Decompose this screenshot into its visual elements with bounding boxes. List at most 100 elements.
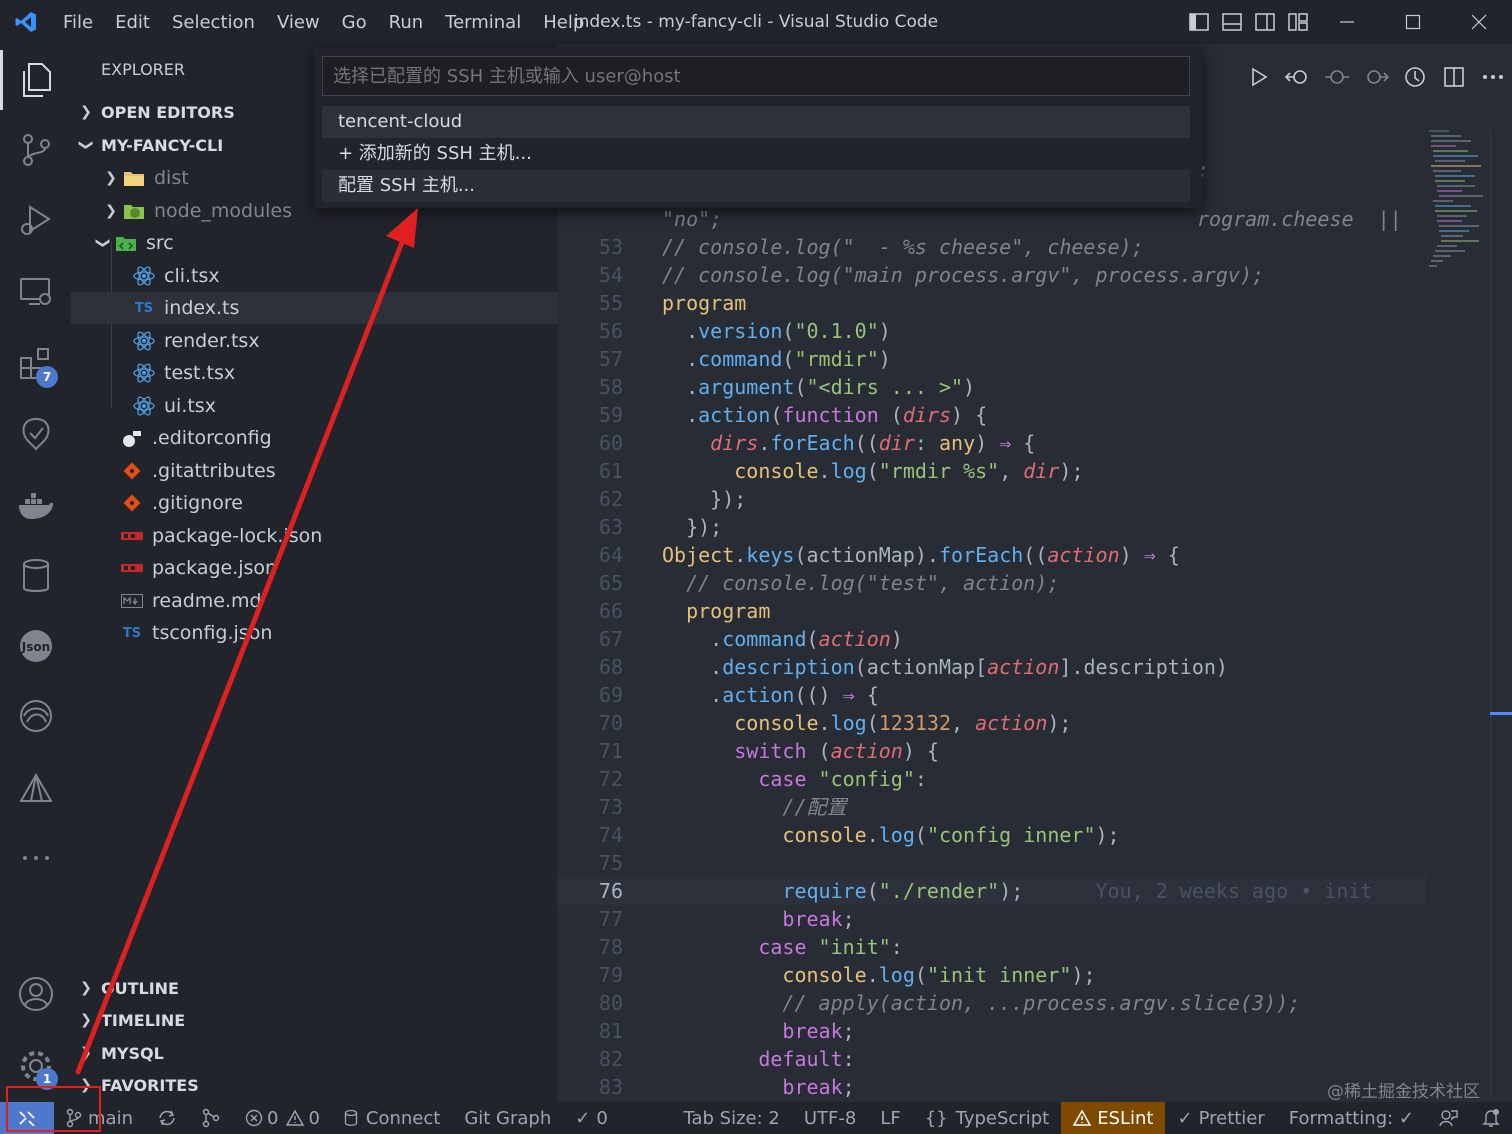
menu-view[interactable]: View — [266, 12, 331, 33]
tree-view-icon[interactable] — [0, 758, 71, 818]
tree-item-src[interactable]: ❯ src — [71, 227, 557, 259]
menu-edit[interactable]: Edit — [104, 12, 161, 33]
code-line: 67 .command(action) — [598, 627, 903, 651]
more-actions-icon[interactable] — [1473, 57, 1512, 97]
menu-file[interactable]: File — [52, 12, 104, 33]
status-bar-right: Tab Size: 2 UTF-8 LF {} TypeScript ESLin… — [671, 1102, 1512, 1134]
eslint-status[interactable]: ESLint — [1061, 1102, 1166, 1134]
problems-status[interactable]: 0 0 — [233, 1102, 332, 1134]
quick-pick-item-tencent-cloud[interactable]: tencent-cloud — [322, 106, 1190, 138]
previous-change-icon[interactable] — [1317, 57, 1356, 97]
title-controls — [1182, 0, 1512, 44]
tree-item-test-tsx[interactable]: test.tsx — [71, 357, 557, 389]
minimap[interactable] — [1427, 130, 1487, 330]
run-icon[interactable] — [1239, 57, 1278, 97]
git-graph-status[interactable]: Git Graph — [452, 1102, 563, 1134]
git-branch-icon — [66, 1108, 82, 1128]
quick-pick-item-configure-ssh-hosts[interactable]: 配置 SSH 主机... — [322, 170, 1190, 202]
notifications-bell-icon[interactable] — [1470, 1102, 1512, 1134]
next-change-icon[interactable] — [1356, 57, 1395, 97]
code-line: 64 Object.keys(actionMap).forEach((action… — [598, 543, 1180, 567]
quick-pick-item-add-ssh-host[interactable]: + 添加新的 SSH 主机... — [322, 138, 1190, 170]
explorer-icon[interactable] — [0, 50, 71, 110]
toggle-secondary-sidebar-icon[interactable] — [1248, 0, 1281, 44]
source-control-icon[interactable] — [0, 120, 71, 180]
docker-icon[interactable] — [0, 476, 71, 536]
feedback-icon[interactable] — [1426, 1102, 1470, 1134]
remote-indicator-button[interactable] — [0, 1102, 54, 1134]
tree-item-ui-tsx[interactable]: ui.tsx — [71, 390, 557, 422]
maximize-icon[interactable] — [1380, 0, 1446, 44]
more-views-icon[interactable] — [0, 828, 71, 888]
code-line: 75 — [598, 851, 623, 875]
menu-help[interactable]: Help — [532, 12, 595, 33]
vertical-scrollbar[interactable] — [1490, 130, 1512, 1100]
accounts-icon[interactable] — [0, 964, 71, 1024]
manage-gear-icon[interactable]: 1 — [0, 1036, 71, 1096]
section-favorites[interactable]: ❯ FAVORITES — [71, 1069, 557, 1101]
code-line: 59 .action(function (dirs) { — [598, 403, 988, 427]
section-outline[interactable]: ❯ OUTLINE — [71, 972, 557, 1004]
toggle-sidebar-icon[interactable] — [1182, 0, 1215, 44]
testing-icon[interactable] — [0, 404, 71, 464]
git-icon — [121, 460, 143, 482]
code-line: 53// console.log(" - %s cheese", cheese)… — [598, 235, 1144, 259]
git-timeline-icon[interactable] — [1395, 57, 1434, 97]
json-icon[interactable]: Json — [0, 616, 71, 676]
menu-selection[interactable]: Selection — [161, 12, 266, 33]
tree-item-package-lock-json[interactable]: package-lock.json — [71, 520, 557, 552]
connect-status[interactable]: Connect — [332, 1102, 452, 1134]
code-line: 60 dirs.forEach((dir: any) ⇒ { — [598, 431, 1036, 455]
tree-item-index-ts[interactable]: TS index.ts — [71, 292, 557, 324]
tree-item-render-tsx[interactable]: render.tsx — [71, 325, 557, 357]
language-status[interactable]: {} TypeScript — [913, 1102, 1061, 1134]
chevron-right-icon: ❯ — [80, 1012, 92, 1028]
tree-item-editorconfig[interactable]: .editorconfig — [71, 422, 557, 454]
code-line: 57 .command("rmdir") — [598, 347, 891, 371]
menu-bar: File Edit Selection View Go Run Terminal… — [52, 0, 595, 44]
menu-terminal[interactable]: Terminal — [434, 12, 532, 33]
minimize-icon[interactable] — [1314, 0, 1380, 44]
menu-run[interactable]: Run — [378, 12, 435, 33]
git-graph-status-icon[interactable] — [189, 1102, 233, 1134]
tree-item-readme-md[interactable]: readme.md — [71, 585, 557, 617]
formatting-status[interactable]: Formatting: ✓ — [1277, 1102, 1426, 1134]
code-line: 79 console.log("init inner"); — [598, 963, 1096, 987]
ssh-host-input[interactable] — [322, 56, 1190, 96]
tree-item-cli-tsx[interactable]: cli.tsx — [71, 260, 557, 292]
database-icon[interactable] — [0, 546, 71, 606]
extensions-icon[interactable]: 7 — [0, 334, 71, 394]
remote-ssh-icon[interactable] — [0, 686, 71, 746]
go-back-icon[interactable] — [1278, 57, 1317, 97]
code-line: 83 break; — [598, 1075, 855, 1099]
vscode-logo-icon[interactable] — [0, 0, 52, 44]
explorer-title: EXPLORER — [101, 60, 185, 79]
encoding-status[interactable]: UTF-8 — [792, 1102, 868, 1134]
check-status[interactable]: ✓ 0 — [563, 1102, 620, 1134]
tree-item-gitattributes[interactable]: .gitattributes — [71, 455, 557, 487]
menu-go[interactable]: Go — [331, 12, 378, 33]
run-debug-icon[interactable] — [0, 190, 71, 250]
code-line: 78 case "init": — [598, 935, 903, 959]
remote-explorer-icon[interactable] — [0, 262, 71, 322]
tree-item-gitignore[interactable]: .gitignore — [71, 487, 557, 519]
editorconfig-icon — [121, 427, 143, 449]
sync-icon[interactable] — [145, 1102, 189, 1134]
tree-item-tsconfig-json[interactable]: TS tsconfig.json — [71, 617, 557, 649]
section-timeline[interactable]: ❯ TIMELINE — [71, 1004, 557, 1036]
tab-size-status[interactable]: Tab Size: 2 — [671, 1102, 791, 1134]
node-folder-icon — [123, 200, 145, 222]
prettier-status[interactable]: ✓ Prettier — [1165, 1102, 1276, 1134]
react-icon — [133, 395, 155, 417]
close-icon[interactable] — [1446, 0, 1512, 44]
branch-status[interactable]: main — [54, 1102, 145, 1134]
code-line: 61 console.log("rmdir %s", dir); — [598, 459, 1084, 483]
split-editor-icon[interactable] — [1434, 57, 1473, 97]
toggle-panel-icon[interactable] — [1215, 0, 1248, 44]
section-mysql[interactable]: ❯ MYSQL — [71, 1037, 557, 1069]
tree-item-package-json[interactable]: package.json — [71, 552, 557, 584]
chevron-right-icon: ❯ — [80, 980, 92, 996]
customize-layout-icon[interactable] — [1281, 0, 1314, 44]
scrollbar-position-marker — [1490, 712, 1512, 715]
eol-status[interactable]: LF — [868, 1102, 912, 1134]
